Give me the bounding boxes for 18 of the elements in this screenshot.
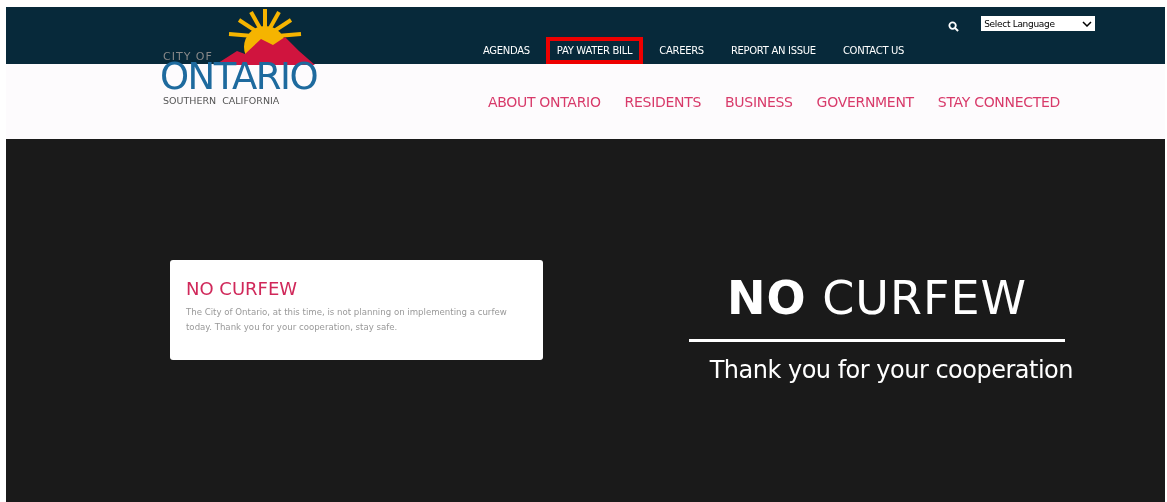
main-nav-link[interactable]: GOVERNMENT xyxy=(816,93,914,110)
alert-title: NO CURFEW xyxy=(186,278,299,299)
utility-link[interactable]: REPORT AN ISSUE xyxy=(719,37,827,64)
main-nav-link[interactable]: STAY CONNECTED xyxy=(937,93,1060,110)
main-nav-link[interactable]: RESIDENTS xyxy=(624,93,702,110)
alert-text: The City of Ontario, at this time, is not planning on implementing a curfew today. Thank you for your cooperation, stay safe. xyxy=(186,306,508,335)
hero-subline: Thank you for your cooperation xyxy=(709,356,1073,384)
main-nav-link[interactable]: ABOUT ONTARIO xyxy=(487,93,601,110)
utility-link[interactable]: AGENDAS xyxy=(472,37,541,64)
search-icon[interactable] xyxy=(948,21,960,32)
caret-icon xyxy=(1082,20,1093,27)
utility-link[interactable]: CAREERS xyxy=(648,37,715,64)
hero-headline: NO CURFEW xyxy=(727,275,1027,321)
main-nav-link[interactable]: BUSINESS xyxy=(725,93,793,110)
utility-link[interactable]: CONTACT US xyxy=(831,37,916,64)
language-select[interactable]: Select Language xyxy=(981,16,1096,31)
logo-tagline: SOUTHERN CALIFORNIA xyxy=(163,95,280,106)
utility-link[interactable]: PAY WATER BILL xyxy=(545,37,644,64)
